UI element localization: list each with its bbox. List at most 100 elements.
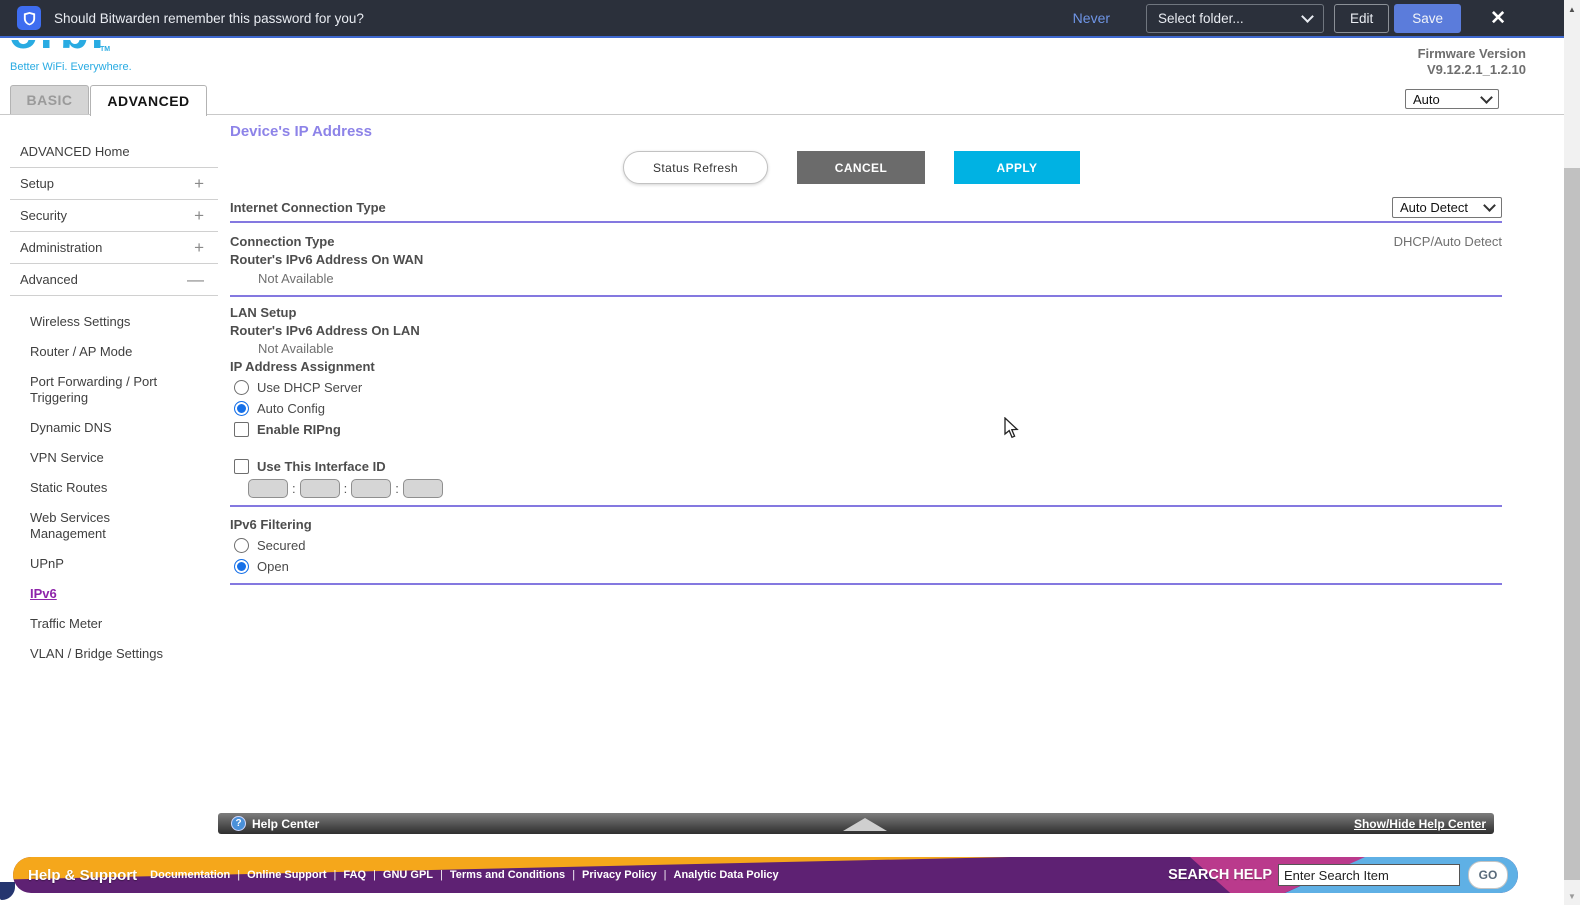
separator: | (373, 869, 376, 881)
footer-link-privacy[interactable]: Privacy Policy (582, 869, 657, 881)
use-interface-id-checkbox[interactable] (234, 459, 249, 474)
open-label: Open (257, 559, 289, 574)
footer-link-gnu-gpl[interactable]: GNU GPL (383, 869, 433, 881)
sidebar-item-router-ap-mode[interactable]: Router / AP Mode (30, 337, 182, 367)
sidebar-item-traffic-meter[interactable]: Traffic Meter (30, 609, 182, 639)
separator: | (237, 869, 240, 881)
page-title: Device's IP Address (230, 115, 1502, 140)
bitwarden-message: Should Bitwarden remember this password … (54, 11, 364, 26)
sidebar-item-port-forwarding[interactable]: Port Forwarding / Port Triggering (30, 367, 182, 413)
bitwarden-notification-bar: Should Bitwarden remember this password … (0, 0, 1564, 38)
enable-ripng-checkbox[interactable] (234, 422, 249, 437)
apply-button[interactable]: APPLY (954, 151, 1080, 184)
interface-id-inputs: : : : (248, 479, 1502, 498)
sidebar-item-setup[interactable]: Setup + (10, 168, 218, 200)
scrollbar[interactable]: ▲ ▼ (1564, 0, 1580, 905)
wan-ipv6-value: Not Available (258, 271, 1502, 286)
internet-connection-type-value: Auto Detect (1400, 200, 1468, 215)
auto-config-radio[interactable] (234, 401, 249, 416)
sidebar-item-wireless-settings[interactable]: Wireless Settings (30, 307, 182, 337)
language-select-value: Auto (1413, 92, 1440, 107)
footer-content: Help & Support Documentation | Online Su… (13, 861, 1518, 889)
connection-type-value: DHCP/Auto Detect (1394, 234, 1502, 249)
secured-radio[interactable] (234, 538, 249, 553)
sidebar-nav: ADVANCED Home Setup + Security + Adminis… (0, 115, 218, 669)
use-dhcp-server-radio[interactable] (234, 380, 249, 395)
status-refresh-button[interactable]: Status Refresh (623, 151, 768, 184)
edit-button[interactable]: Edit (1334, 4, 1389, 33)
plus-icon[interactable]: + (194, 174, 204, 194)
divider (230, 583, 1502, 585)
colon-separator: : (344, 481, 348, 496)
chevron-down-icon (1301, 10, 1314, 23)
chevron-down-icon (1483, 199, 1496, 212)
footer-link-online-support[interactable]: Online Support (247, 869, 326, 881)
sidebar-item-upnp[interactable]: UPnP (30, 549, 182, 579)
sidebar-item-dynamic-dns[interactable]: Dynamic DNS (30, 413, 182, 443)
footer-link-documentation[interactable]: Documentation (150, 869, 230, 881)
connection-type-label: Connection Type (230, 234, 334, 249)
interface-id-segment-1[interactable] (248, 479, 288, 498)
go-button[interactable]: GO (1468, 861, 1508, 889)
folder-select-value: Select folder... (1158, 11, 1244, 26)
tab-basic[interactable]: BASIC (10, 85, 89, 115)
plus-icon[interactable]: + (194, 206, 204, 226)
footer: Help & Support Documentation | Online Su… (13, 857, 1518, 893)
divider (230, 221, 1502, 223)
colon-separator: : (395, 481, 399, 496)
logo-tagline: Better WiFi. Everywhere. (10, 61, 132, 73)
footer-link-faq[interactable]: FAQ (343, 869, 366, 881)
scrollbar-thumb[interactable] (1564, 168, 1580, 880)
orbi-logo: orbi (9, 40, 129, 56)
logo-trademark: TM (100, 46, 110, 53)
footer-link-terms[interactable]: Terms and Conditions (450, 869, 565, 881)
use-interface-id-label: Use This Interface ID (257, 459, 386, 474)
sidebar-item-security[interactable]: Security + (10, 200, 218, 232)
sidebar-item-vlan-bridge[interactable]: VLAN / Bridge Settings (30, 639, 182, 669)
sidebar-item-advanced[interactable]: Advanced — (10, 264, 218, 296)
footer-link-analytic-data[interactable]: Analytic Data Policy (674, 869, 779, 881)
firmware-value: V9.12.2.1_1.2.10 (1418, 62, 1526, 78)
search-input[interactable] (1278, 864, 1460, 886)
sidebar-sub-level: Wireless Settings Router / AP Mode Port … (0, 307, 218, 669)
scroll-up-arrow-icon[interactable]: ▲ (1564, 5, 1580, 14)
save-button[interactable]: Save (1394, 4, 1461, 33)
cancel-button[interactable]: CANCEL (797, 151, 925, 184)
sidebar-item-advanced-home[interactable]: ADVANCED Home (10, 136, 218, 168)
bitwarden-shield-icon (17, 6, 41, 30)
chevron-down-icon (1480, 91, 1493, 104)
internet-connection-type-label: Internet Connection Type (230, 200, 386, 215)
separator: | (440, 869, 443, 881)
ipv6-filtering-heading: IPv6 Filtering (230, 517, 1502, 532)
open-radio[interactable] (234, 559, 249, 574)
show-hide-help-link[interactable]: Show/Hide Help Center (1354, 817, 1486, 831)
interface-id-segment-4[interactable] (403, 479, 443, 498)
firmware-version: Firmware Version V9.12.2.1_1.2.10 (1418, 46, 1526, 78)
interface-id-segment-2[interactable] (300, 479, 340, 498)
plus-icon[interactable]: + (194, 238, 204, 258)
lan-setup-heading: LAN Setup (230, 305, 1502, 320)
sidebar-item-static-routes[interactable]: Static Routes (30, 473, 182, 503)
minus-icon[interactable]: — (187, 270, 204, 290)
sidebar-item-ipv6[interactable]: IPv6 (30, 579, 218, 609)
language-select[interactable]: Auto (1405, 89, 1499, 109)
sidebar-item-administration[interactable]: Administration + (10, 232, 218, 264)
folder-select[interactable]: Select folder... (1146, 4, 1324, 33)
lan-ipv6-label: Router's IPv6 Address On LAN (230, 323, 1502, 338)
auto-config-label: Auto Config (257, 401, 325, 416)
internet-connection-type-select[interactable]: Auto Detect (1392, 197, 1502, 218)
enable-ripng-label: Enable RIPng (257, 422, 341, 437)
action-buttons: Status Refresh CANCEL APPLY (230, 151, 1502, 184)
interface-id-segment-3[interactable] (351, 479, 391, 498)
expand-triangle-icon[interactable] (843, 818, 887, 831)
sidebar-item-vpn-service[interactable]: VPN Service (30, 443, 182, 473)
scroll-down-arrow-icon[interactable]: ▼ (1564, 892, 1580, 901)
help-support-title: Help & Support (28, 867, 137, 884)
close-icon[interactable]: ✕ (1484, 8, 1512, 29)
sidebar-item-web-services[interactable]: Web Services Management (30, 503, 182, 549)
tab-advanced[interactable]: ADVANCED (90, 85, 207, 116)
help-center-bar: ? Help Center Show/Hide Help Center (218, 813, 1494, 834)
never-button[interactable]: Never (1067, 9, 1116, 27)
secured-label: Secured (257, 538, 305, 553)
separator: | (334, 869, 337, 881)
